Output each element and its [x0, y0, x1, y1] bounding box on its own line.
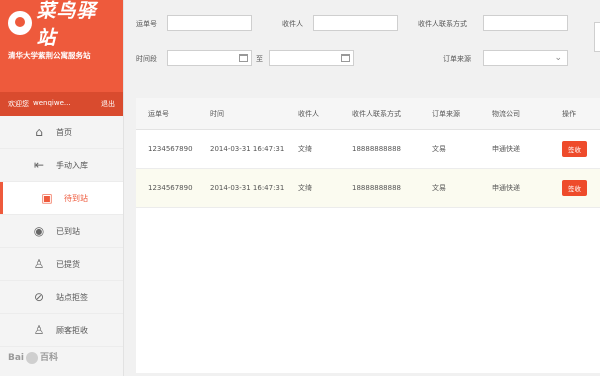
sidebar-item-label: 待到站: [64, 193, 88, 203]
sidebar-item-customer-rejected[interactable]: ♙ 顾客拒收: [0, 314, 123, 347]
cell-recipient: 文绮: [298, 184, 312, 192]
cell-waybill: 1234567890: [148, 184, 193, 192]
user-check-icon: ♙: [33, 257, 45, 271]
brand-header: 菜鸟驿站 清华大学紫荆公寓服务站: [0, 0, 123, 92]
parcel-table: 运单号 时间 收件人 收件人联系方式 订单来源 物流公司 操作 12345678…: [136, 98, 600, 373]
calendar-icon[interactable]: [341, 54, 350, 62]
sidebar-item-manual-inbound[interactable]: ⇤ 手动入库: [0, 149, 123, 182]
table-row: 1234567890 2014-03-31 16:47:31 文绮 188888…: [136, 130, 600, 169]
sidebar-nav: ⌂ 首页 ⇤ 手动入库 ▣ 待到站 ◉ 已到站 ♙ 已提货 ⊘ 站点拒签 ♙ 顾…: [0, 116, 123, 347]
home-icon: ⌂: [35, 125, 43, 139]
logo[interactable]: 菜鸟驿站: [8, 0, 115, 49]
col-company: 物流公司: [492, 109, 520, 118]
bird-logo-icon: [8, 11, 32, 35]
truck-icon: ▣: [41, 191, 53, 205]
sidebar-item-label: 已到站: [56, 226, 80, 236]
sign-button[interactable]: 签收: [562, 180, 587, 196]
inbox-icon: ⇤: [33, 158, 45, 172]
welcome-text: 欢迎您: [8, 100, 29, 108]
ban-icon: ⊘: [33, 290, 45, 304]
table-row: 1234567890 2014-03-31 16:47:31 文绮 188888…: [136, 169, 600, 208]
cell-phone: 18888888888: [352, 145, 401, 153]
logout-link[interactable]: 退出: [101, 99, 115, 109]
sidebar-item-label: 首页: [56, 127, 72, 137]
recipient-phone-input[interactable]: [483, 15, 568, 31]
sidebar-item-station-rejected[interactable]: ⊘ 站点拒签: [0, 281, 123, 314]
col-time: 时间: [210, 109, 224, 118]
col-waybill: 运单号: [148, 109, 169, 118]
waybill-input[interactable]: [167, 15, 252, 31]
col-recipient: 收件人: [298, 109, 319, 118]
chevron-down-icon: ⌄: [554, 53, 562, 63]
user-x-icon: ♙: [33, 323, 45, 337]
sidebar-item-arrived[interactable]: ◉ 已到站: [0, 215, 123, 248]
recipient-label: 收件人: [282, 20, 303, 28]
cell-phone: 18888888888: [352, 184, 401, 192]
baidu-watermark: Bai 百科: [8, 351, 59, 364]
filter-panel: 运单号 收件人 收件人联系方式 时间段 至 订单来源 ⌄: [124, 0, 600, 92]
sidebar-item-label: 手动入库: [56, 160, 88, 170]
cell-time: 2014-03-31 16:47:31: [210, 184, 285, 192]
paw-icon: [26, 351, 39, 364]
col-phone: 收件人联系方式: [352, 109, 401, 118]
period-label: 时间段: [136, 55, 157, 63]
logo-text: 菜鸟驿站: [36, 0, 97, 49]
cell-company: 申通快递: [492, 184, 520, 192]
calendar-icon[interactable]: [239, 54, 248, 62]
cell-recipient: 文绮: [298, 145, 312, 153]
cell-time: 2014-03-31 16:47:31: [210, 145, 285, 153]
user-bar: 欢迎您 wenqiwe... 退出: [0, 92, 123, 116]
sidebar-item-picked-up[interactable]: ♙ 已提货: [0, 248, 123, 281]
cell-source: 文易: [432, 145, 446, 153]
sidebar-item-home[interactable]: ⌂ 首页: [0, 116, 123, 149]
recipient-phone-label: 收件人联系方式: [418, 20, 467, 28]
sidebar-item-label: 站点拒签: [56, 292, 88, 302]
date-to-input[interactable]: [269, 50, 354, 66]
station-name: 清华大学紫荆公寓服务站: [8, 51, 91, 60]
location-pin-icon: ◉: [33, 224, 45, 238]
table-header: 运单号 时间 收件人 收件人联系方式 订单来源 物流公司 操作: [136, 98, 600, 130]
recipient-input[interactable]: [313, 15, 398, 31]
search-button-edge[interactable]: [594, 22, 600, 52]
sidebar-item-pending[interactable]: ▣ 待到站: [0, 182, 123, 215]
cell-waybill: 1234567890: [148, 145, 193, 153]
order-source-select[interactable]: ⌄: [483, 50, 568, 66]
col-action: 操作: [562, 109, 576, 118]
username: wenqiwe...: [33, 99, 71, 107]
date-from-input[interactable]: [167, 50, 252, 66]
sign-button[interactable]: 签收: [562, 141, 587, 157]
sidebar-item-label: 顾客拒收: [56, 325, 88, 335]
cell-company: 申通快递: [492, 145, 520, 153]
waybill-label: 运单号: [136, 20, 157, 28]
order-source-label: 订单来源: [443, 55, 471, 63]
cell-source: 文易: [432, 184, 446, 192]
to-label: 至: [256, 55, 263, 63]
col-source: 订单来源: [432, 109, 460, 118]
sidebar: 菜鸟驿站 清华大学紫荆公寓服务站 欢迎您 wenqiwe... 退出 ⌂ 首页 …: [0, 0, 124, 376]
sidebar-item-label: 已提货: [56, 259, 80, 269]
